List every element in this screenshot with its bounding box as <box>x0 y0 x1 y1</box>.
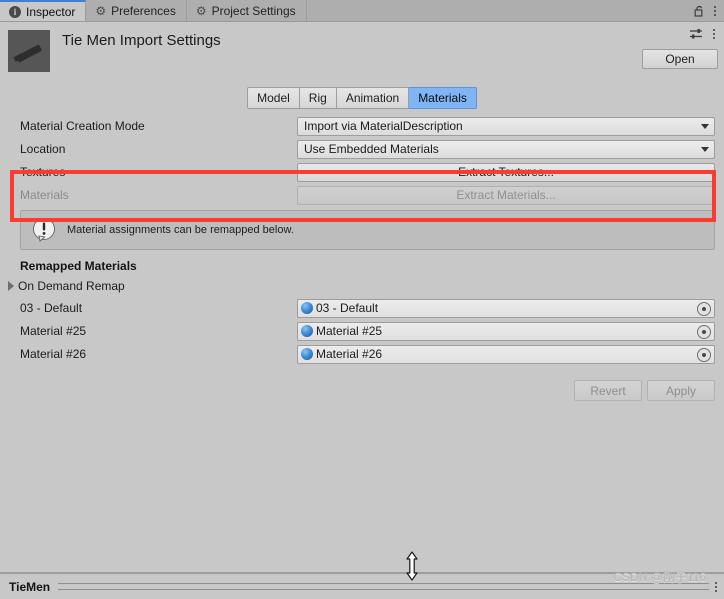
status-bar: TieMen <box>0 573 724 599</box>
material-sphere-icon <box>301 348 313 360</box>
object-picker-icon[interactable] <box>697 302 711 316</box>
status-bar-label: TieMen <box>9 579 51 594</box>
tab-preferences-label: Preferences <box>111 3 176 18</box>
window-tab-bar: i Inspector ⚙ Preferences ⚙ Project Sett… <box>0 0 724 22</box>
remap-row-2-objectfield[interactable]: Material #26 <box>297 344 715 364</box>
tab-bar-spacer <box>306 0 690 21</box>
asset-preview-thumbnail <box>8 30 50 72</box>
row-material-creation-mode: Material Creation Mode Import via Materi… <box>0 116 724 136</box>
chevron-right-icon[interactable] <box>8 281 14 291</box>
row-location: Location Use Embedded Materials <box>0 139 724 159</box>
remap-row-1-label: Material #25 <box>20 324 87 338</box>
material-sphere-icon <box>301 325 313 337</box>
tab-model[interactable]: Model <box>247 87 300 109</box>
info-help-box: Material assignments can be remapped bel… <box>20 210 715 250</box>
location-label: Location <box>20 142 66 156</box>
kebab-menu-icon[interactable] <box>713 29 715 39</box>
page-title: Tie Men Import Settings <box>62 32 221 49</box>
material-sphere-icon <box>301 302 313 314</box>
lock-open-icon[interactable] <box>694 4 705 17</box>
tab-preferences[interactable]: ⚙ Preferences <box>86 0 187 21</box>
preset-sliders-icon[interactable] <box>689 28 703 40</box>
remapped-materials-title: Remapped Materials <box>20 259 137 273</box>
bottom-bar: TieMen <box>0 572 724 599</box>
revert-button: Revert <box>574 380 642 401</box>
extract-textures-button[interactable]: Extract Textures... <box>297 162 715 182</box>
tab-inspector[interactable]: i Inspector <box>0 0 87 21</box>
kebab-menu-icon[interactable] <box>714 5 716 16</box>
open-button[interactable]: Open <box>642 49 718 69</box>
tab-rig[interactable]: Rig <box>299 87 337 109</box>
chevron-down-icon <box>701 147 709 152</box>
remap-row-1-value: Material #25 <box>316 324 383 338</box>
material-creation-mode-label: Material Creation Mode <box>20 119 145 133</box>
on-demand-remap-label: On Demand Remap <box>18 279 125 293</box>
tab-animation[interactable]: Animation <box>336 87 410 109</box>
remap-row-0: 03 - Default 03 - Default <box>0 298 724 318</box>
remap-row-2: Material #26 Material #26 <box>0 344 724 364</box>
tab-materials[interactable]: Materials <box>409 87 477 109</box>
tab-project-settings-label: Project Settings <box>211 3 296 18</box>
tab-bar-controls <box>690 0 724 21</box>
remap-row-1: Material #25 Material #25 <box>0 321 724 341</box>
tab-inspector-label: Inspector <box>26 4 76 19</box>
remap-row-2-label: Material #26 <box>20 347 87 361</box>
materials-properties: Material Creation Mode Import via Materi… <box>0 116 724 205</box>
status-bar-controls <box>715 581 724 592</box>
header-controls: Open <box>642 28 718 69</box>
materials-label: Materials <box>20 188 69 202</box>
material-creation-mode-dropdown[interactable]: Import via MaterialDescription <box>297 116 715 136</box>
remap-row-1-objectfield[interactable]: Material #25 <box>297 321 715 341</box>
remap-row-2-value: Material #26 <box>316 347 383 361</box>
textures-label: Textures <box>20 165 66 179</box>
on-demand-remap-foldout[interactable]: On Demand Remap <box>0 277 724 295</box>
info-help-text: Material assignments can be remapped bel… <box>67 224 294 236</box>
remap-row-0-value: 03 - Default <box>316 301 379 315</box>
row-materials: Materials Extract Materials... <box>0 185 724 205</box>
import-settings-tabs: Model Rig Animation Materials <box>0 83 724 117</box>
extract-materials-button: Extract Materials... <box>297 185 715 205</box>
remap-row-0-objectfield[interactable]: 03 - Default <box>297 298 715 318</box>
info-icon: i <box>9 5 21 18</box>
inspector-header: Tie Men Import Settings Open <box>0 22 724 83</box>
apply-button: Apply <box>647 380 715 401</box>
object-picker-icon[interactable] <box>697 325 711 339</box>
remap-row-0-label: 03 - Default <box>20 301 83 315</box>
location-value: Use Embedded Materials <box>304 142 439 156</box>
info-balloon-icon <box>31 217 57 243</box>
kebab-menu-icon[interactable] <box>715 581 717 592</box>
row-textures: Textures Extract Textures... <box>0 162 724 182</box>
chevron-down-icon <box>701 124 709 129</box>
object-picker-icon[interactable] <box>697 348 711 362</box>
status-bar-rule <box>58 583 709 590</box>
tab-project-settings[interactable]: ⚙ Project Settings <box>186 0 307 21</box>
location-dropdown[interactable]: Use Embedded Materials <box>297 139 715 159</box>
material-creation-mode-value: Import via MaterialDescription <box>304 119 463 133</box>
import-action-buttons: Revert Apply <box>0 368 724 401</box>
